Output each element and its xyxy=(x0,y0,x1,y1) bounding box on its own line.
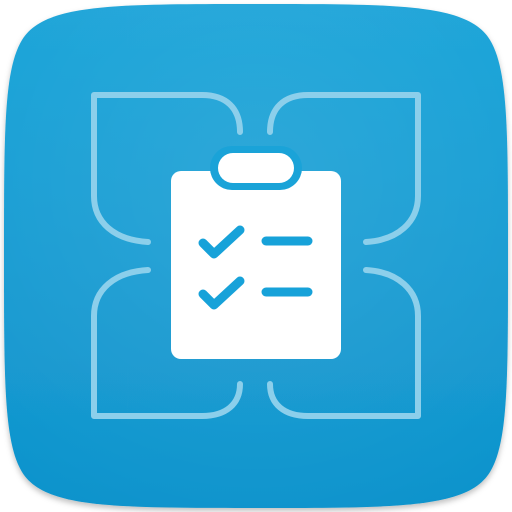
clipboard-board xyxy=(171,171,341,359)
clipboard-checklist-icon xyxy=(171,146,341,359)
app-icon[interactable] xyxy=(0,0,512,512)
icon-canvas xyxy=(0,0,512,512)
clipboard-clip xyxy=(218,153,294,183)
